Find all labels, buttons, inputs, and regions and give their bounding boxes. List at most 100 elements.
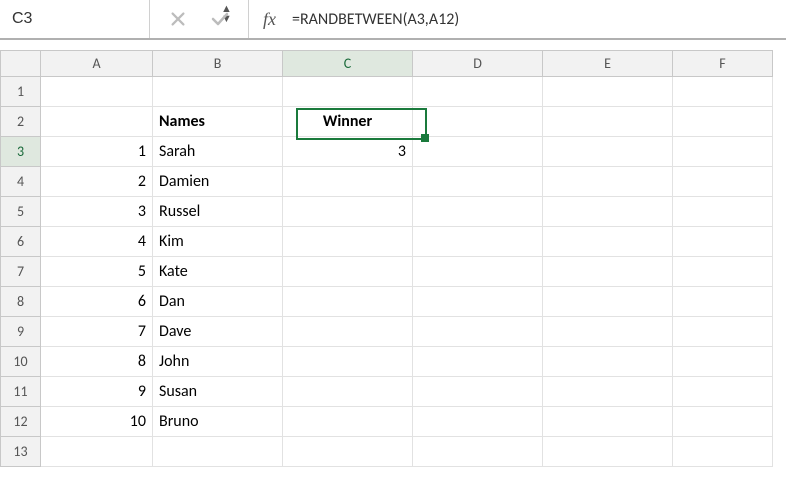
row-header[interactable]: 4 [1, 167, 41, 197]
row-header[interactable]: 6 [1, 227, 41, 257]
cell-D8[interactable] [413, 287, 543, 317]
row-header[interactable]: 10 [1, 347, 41, 377]
cell-E6[interactable] [543, 227, 673, 257]
cell-A7[interactable]: 5 [41, 257, 153, 287]
cell-F11[interactable] [673, 377, 773, 407]
cell-A8[interactable]: 6 [41, 287, 153, 317]
cell-B6[interactable]: Kim [153, 227, 283, 257]
cell-C3[interactable]: 3 [283, 137, 413, 167]
row-header[interactable]: 2 [1, 107, 41, 137]
cell-C7[interactable] [283, 257, 413, 287]
cell-E1[interactable] [543, 77, 673, 107]
cell-F2[interactable] [673, 107, 773, 137]
cell-B10[interactable]: John [153, 347, 283, 377]
cell-F8[interactable] [673, 287, 773, 317]
cell-B3[interactable]: Sarah [153, 137, 283, 167]
cell-B7[interactable]: Kate [153, 257, 283, 287]
cell-C13[interactable] [283, 437, 413, 467]
cell-F10[interactable] [673, 347, 773, 377]
row-header[interactable]: 11 [1, 377, 41, 407]
cell-A10[interactable]: 8 [41, 347, 153, 377]
cell-E12[interactable] [543, 407, 673, 437]
cell-B2[interactable]: Names [153, 107, 283, 137]
cell-E9[interactable] [543, 317, 673, 347]
cell-F7[interactable] [673, 257, 773, 287]
cell-B4[interactable]: Damien [153, 167, 283, 197]
cell-F9[interactable] [673, 317, 773, 347]
cell-E4[interactable] [543, 167, 673, 197]
cell-C11[interactable] [283, 377, 413, 407]
cell-E13[interactable] [543, 437, 673, 467]
cell-C2[interactable]: Winner [283, 107, 413, 137]
cell-C1[interactable] [283, 77, 413, 107]
cell-A11[interactable]: 9 [41, 377, 153, 407]
column-header-B[interactable]: B [153, 51, 283, 77]
row-header[interactable]: 12 [1, 407, 41, 437]
enter-check-icon[interactable] [210, 9, 230, 29]
fx-label[interactable]: fx [249, 9, 290, 30]
cell-A3[interactable]: 1 [41, 137, 153, 167]
cell-A9[interactable]: 7 [41, 317, 153, 347]
row-header[interactable]: 3 [1, 137, 41, 167]
cell-B11[interactable]: Susan [153, 377, 283, 407]
cell-C12[interactable] [283, 407, 413, 437]
cell-E7[interactable] [543, 257, 673, 287]
cell-C5[interactable] [283, 197, 413, 227]
cell-B9[interactable]: Dave [153, 317, 283, 347]
cell-D10[interactable] [413, 347, 543, 377]
cell-A13[interactable] [41, 437, 153, 467]
cell-C8[interactable] [283, 287, 413, 317]
column-header-A[interactable]: A [41, 51, 153, 77]
cell-C6[interactable] [283, 227, 413, 257]
cell-F6[interactable] [673, 227, 773, 257]
cell-A4[interactable]: 2 [41, 167, 153, 197]
cell-D13[interactable] [413, 437, 543, 467]
cell-A1[interactable] [41, 77, 153, 107]
cell-D11[interactable] [413, 377, 543, 407]
row-header[interactable]: 5 [1, 197, 41, 227]
cancel-icon[interactable] [168, 9, 188, 29]
row-header[interactable]: 1 [1, 77, 41, 107]
cell-C10[interactable] [283, 347, 413, 377]
cell-A2[interactable] [41, 107, 153, 137]
cell-B12[interactable]: Bruno [153, 407, 283, 437]
cell-D7[interactable] [413, 257, 543, 287]
cell-F5[interactable] [673, 197, 773, 227]
cell-B8[interactable]: Dan [153, 287, 283, 317]
cell-B13[interactable] [153, 437, 283, 467]
cell-E11[interactable] [543, 377, 673, 407]
row-header[interactable]: 8 [1, 287, 41, 317]
cell-D9[interactable] [413, 317, 543, 347]
column-header-F[interactable]: F [673, 51, 773, 77]
cell-D1[interactable] [413, 77, 543, 107]
cell-F3[interactable] [673, 137, 773, 167]
cell-F12[interactable] [673, 407, 773, 437]
cell-B5[interactable]: Russel [153, 197, 283, 227]
column-header-D[interactable]: D [413, 51, 543, 77]
formula-input[interactable] [290, 9, 786, 30]
cell-E8[interactable] [543, 287, 673, 317]
cell-A12[interactable]: 10 [41, 407, 153, 437]
cell-A6[interactable]: 4 [41, 227, 153, 257]
cell-C4[interactable] [283, 167, 413, 197]
cell-D6[interactable] [413, 227, 543, 257]
cell-D5[interactable] [413, 197, 543, 227]
cell-D2[interactable] [413, 107, 543, 137]
cell-C9[interactable] [283, 317, 413, 347]
cell-A5[interactable]: 3 [41, 197, 153, 227]
cell-F1[interactable] [673, 77, 773, 107]
cell-E3[interactable] [543, 137, 673, 167]
cell-F4[interactable] [673, 167, 773, 197]
fill-handle[interactable] [421, 134, 429, 142]
cell-D12[interactable] [413, 407, 543, 437]
cell-F13[interactable] [673, 437, 773, 467]
column-header-E[interactable]: E [543, 51, 673, 77]
cell-E5[interactable] [543, 197, 673, 227]
row-header[interactable]: 13 [1, 437, 41, 467]
row-header[interactable]: 7 [1, 257, 41, 287]
column-header-C[interactable]: C [283, 51, 413, 77]
cell-B1[interactable] [153, 77, 283, 107]
cell-D4[interactable] [413, 167, 543, 197]
cell-E2[interactable] [543, 107, 673, 137]
cell-D3[interactable] [413, 137, 543, 167]
